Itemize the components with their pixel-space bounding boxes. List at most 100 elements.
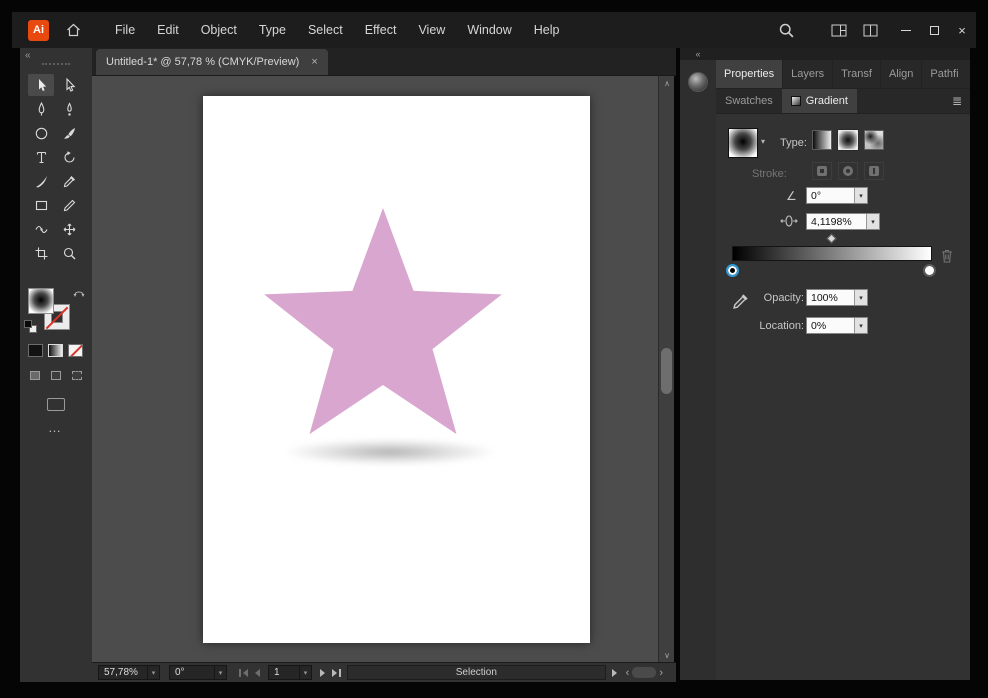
- linear-gradient-button[interactable]: [812, 130, 832, 150]
- width-tool[interactable]: [28, 218, 54, 240]
- star-polygon[interactable]: [264, 208, 502, 435]
- menu-select[interactable]: Select: [297, 18, 354, 42]
- menu-type[interactable]: Type: [248, 18, 297, 42]
- minimize-button[interactable]: [892, 18, 920, 42]
- tab-swatches[interactable]: Swatches: [716, 89, 782, 113]
- horizontal-scrollbar[interactable]: [632, 667, 657, 678]
- expand-dock-button[interactable]: «: [680, 48, 716, 60]
- panel-grip[interactable]: [716, 48, 970, 60]
- pencil-tool[interactable]: [56, 194, 82, 216]
- home-button[interactable]: [65, 22, 82, 38]
- selection-tool[interactable]: [28, 74, 54, 96]
- location-field[interactable]: 0% ▾: [806, 317, 868, 334]
- tab-pathfinder[interactable]: Pathfi: [922, 60, 966, 88]
- angle-chevron-icon[interactable]: ▾: [854, 188, 867, 203]
- menu-effect[interactable]: Effect: [354, 18, 408, 42]
- paintbrush-tool[interactable]: [56, 122, 82, 144]
- draw-behind-button[interactable]: [47, 368, 64, 382]
- document-tab[interactable]: Untitled-1* @ 57,78 % (CMYK/Preview) ×: [96, 49, 328, 75]
- gradient-angle-field[interactable]: 0° ▾: [806, 187, 868, 204]
- scroll-right-icon[interactable]: ›: [656, 667, 666, 679]
- stroke-within-button[interactable]: [812, 162, 832, 180]
- stroke-along-button[interactable]: [838, 162, 858, 180]
- canvas[interactable]: [92, 76, 658, 662]
- direct-selection-tool[interactable]: [56, 74, 82, 96]
- workspace-switcher-icon[interactable]: [831, 24, 847, 37]
- artboard-number-field[interactable]: 1 ▾: [268, 665, 312, 680]
- gradient-stop-end[interactable]: [923, 264, 936, 277]
- draw-normal-button[interactable]: [26, 368, 43, 382]
- status-menu-arrow[interactable]: [611, 668, 617, 677]
- stroke-across-button[interactable]: [864, 162, 884, 180]
- tab-close-icon[interactable]: ×: [311, 56, 317, 68]
- opacity-field[interactable]: 100% ▾: [806, 289, 868, 306]
- tab-layers[interactable]: Layers: [783, 60, 834, 88]
- tab-align[interactable]: Align: [881, 60, 923, 88]
- last-artboard-button[interactable]: [332, 668, 341, 677]
- collapse-tools-icon[interactable]: «: [25, 50, 31, 61]
- scroll-up-icon[interactable]: ∧: [659, 76, 675, 90]
- scroll-left-icon[interactable]: ‹: [623, 667, 633, 679]
- gradient-midpoint-handle[interactable]: [826, 233, 837, 244]
- menu-view[interactable]: View: [407, 18, 456, 42]
- screen-mode-button[interactable]: [47, 398, 65, 411]
- none-fill-button[interactable]: [68, 344, 83, 357]
- tab-gradient[interactable]: Gradient: [781, 89, 857, 113]
- freeform-gradient-button[interactable]: [864, 130, 884, 150]
- gradient-fill-button[interactable]: [48, 344, 63, 357]
- edit-toolbar-button[interactable]: …: [48, 420, 62, 435]
- panel-menu-icon[interactable]: ≣: [944, 89, 970, 113]
- opacity-chevron-icon[interactable]: ▾: [854, 290, 867, 305]
- artboard-tool[interactable]: [28, 242, 54, 264]
- location-chevron-icon[interactable]: ▾: [854, 318, 867, 333]
- aspect-chevron-icon[interactable]: ▾: [866, 214, 879, 229]
- previous-artboard-button[interactable]: [255, 668, 260, 677]
- first-artboard-button[interactable]: [239, 668, 248, 677]
- rotate-tool[interactable]: [56, 146, 82, 168]
- draw-inside-button[interactable]: [68, 368, 85, 382]
- zoom-level-field[interactable]: 57,78% ▾: [98, 665, 160, 680]
- pen-tool[interactable]: [28, 98, 54, 120]
- menu-edit[interactable]: Edit: [146, 18, 190, 42]
- menu-object[interactable]: Object: [190, 18, 248, 42]
- fill-swatch[interactable]: [28, 288, 54, 314]
- collapsed-panel-icon[interactable]: [688, 72, 708, 92]
- zoom-tool[interactable]: [56, 242, 82, 264]
- gradient-preview-chevron-icon[interactable]: ▾: [761, 137, 765, 146]
- menu-help[interactable]: Help: [523, 18, 571, 42]
- type-tool[interactable]: [28, 146, 54, 168]
- aspect-ratio-field[interactable]: 4,1198% ▾: [806, 213, 880, 230]
- rotation-field[interactable]: 0° ▾: [169, 665, 227, 680]
- swap-fill-stroke-icon[interactable]: [72, 286, 86, 304]
- default-fill-stroke-icon[interactable]: [24, 320, 37, 333]
- color-fill-button[interactable]: [28, 344, 43, 357]
- tab-transform[interactable]: Transf: [833, 60, 881, 88]
- star-shape[interactable]: [258, 208, 508, 458]
- curvature-tool[interactable]: [56, 98, 82, 120]
- tab-properties[interactable]: Properties: [716, 60, 784, 88]
- knife-tool[interactable]: [28, 170, 54, 192]
- artboard-chevron-icon[interactable]: ▾: [299, 666, 311, 679]
- delete-stop-icon[interactable]: [940, 248, 954, 269]
- rectangle-tool[interactable]: [28, 194, 54, 216]
- ellipse-tool[interactable]: [28, 122, 54, 144]
- gradient-stop-start[interactable]: [726, 264, 739, 277]
- radial-gradient-button[interactable]: [838, 130, 858, 150]
- tools-panel-grip[interactable]: [42, 63, 70, 65]
- menu-file[interactable]: File: [104, 18, 146, 42]
- search-icon[interactable]: [778, 22, 795, 39]
- menu-window[interactable]: Window: [456, 18, 522, 42]
- next-artboard-button[interactable]: [320, 668, 325, 677]
- gradient-slider[interactable]: [732, 246, 932, 261]
- artboard[interactable]: [203, 96, 590, 643]
- maximize-button[interactable]: [920, 18, 948, 42]
- close-button[interactable]: ×: [948, 18, 976, 42]
- free-transform-tool[interactable]: [56, 218, 82, 240]
- eyedropper-tool[interactable]: [56, 170, 82, 192]
- arrange-documents-icon[interactable]: [863, 24, 878, 37]
- gradient-preview-swatch[interactable]: [728, 128, 758, 158]
- zoom-chevron-icon[interactable]: ▾: [147, 666, 159, 679]
- vertical-scrollbar[interactable]: ∧ ∨: [658, 76, 674, 662]
- vertical-scrollbar-thumb[interactable]: [661, 348, 672, 394]
- scroll-down-icon[interactable]: ∨: [659, 648, 675, 662]
